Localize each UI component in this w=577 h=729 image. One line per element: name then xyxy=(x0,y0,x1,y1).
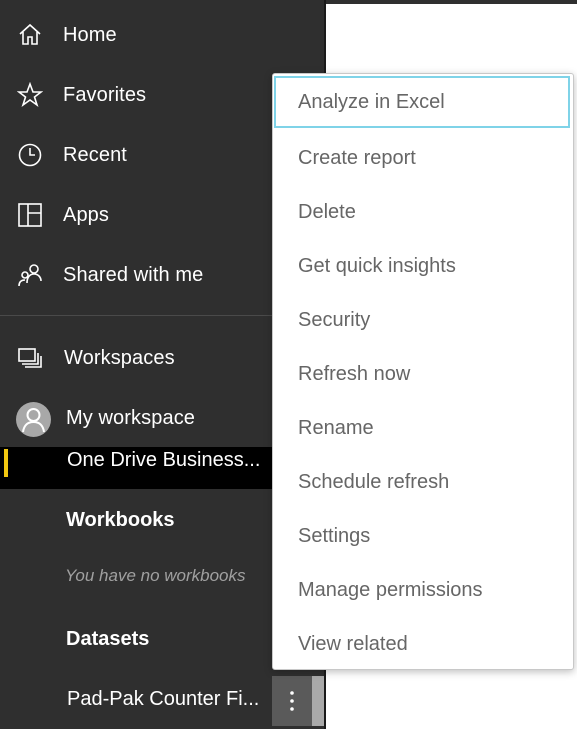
selected-indicator xyxy=(4,449,8,477)
nav-shared-label: Shared with me xyxy=(63,263,204,286)
dataset-item-label: Pad-Pak Counter Fi... xyxy=(67,688,260,710)
menu-item-refresh-now[interactable]: Refresh now xyxy=(273,347,573,401)
menu-item-manage-permissions[interactable]: Manage permissions xyxy=(273,563,573,617)
menu-item-label: Schedule refresh xyxy=(298,470,450,493)
menu-item-create-report[interactable]: Create report xyxy=(273,131,573,185)
dataset-row-scroll-edge xyxy=(312,676,324,726)
nav-home[interactable]: Home xyxy=(0,12,324,58)
user-avatar-icon xyxy=(16,402,51,437)
menu-item-rename[interactable]: Rename xyxy=(273,401,573,455)
nav-favorites-label: Favorites xyxy=(63,83,147,106)
menu-item-analyze-in-excel[interactable]: Analyze in Excel xyxy=(274,76,570,128)
clock-icon xyxy=(17,142,43,168)
context-menu: Analyze in Excel Create report Delete Ge… xyxy=(272,73,574,670)
nav-home-label: Home xyxy=(63,23,117,46)
nav-recent-label: Recent xyxy=(63,143,127,166)
menu-item-label: Get quick insights xyxy=(298,254,456,277)
selected-workspace-label: One Drive Business... xyxy=(67,449,261,471)
nav-divider xyxy=(0,315,272,316)
menu-item-label: Refresh now xyxy=(298,362,411,385)
star-icon xyxy=(17,82,43,108)
powerbi-screen: Home Favorites Recent Apps Shared with m… xyxy=(0,0,577,729)
menu-item-label: Manage permissions xyxy=(298,578,483,601)
shared-people-icon xyxy=(17,262,43,288)
apps-icon xyxy=(17,202,43,228)
nav-my-workspace-label: My workspace xyxy=(66,406,196,429)
menu-item-label: Rename xyxy=(298,416,374,439)
menu-item-label: Delete xyxy=(298,200,356,223)
more-vertical-icon xyxy=(290,691,294,711)
nav-apps-label: Apps xyxy=(63,203,109,226)
menu-item-label: Settings xyxy=(298,524,371,547)
workspaces-icon xyxy=(17,345,43,371)
menu-item-view-related[interactable]: View related xyxy=(273,617,573,671)
more-options-button[interactable] xyxy=(272,676,312,726)
menu-item-security[interactable]: Security xyxy=(273,293,573,347)
top-border xyxy=(324,0,577,4)
menu-item-settings[interactable]: Settings xyxy=(273,509,573,563)
menu-item-label: Security xyxy=(298,308,371,331)
menu-item-schedule-refresh[interactable]: Schedule refresh xyxy=(273,455,573,509)
menu-item-get-quick-insights[interactable]: Get quick insights xyxy=(273,239,573,293)
nav-workspaces-label: Workspaces xyxy=(64,346,175,369)
menu-item-label: View related xyxy=(298,632,408,655)
workbooks-empty-note: You have no workbooks xyxy=(65,566,246,585)
menu-item-delete[interactable]: Delete xyxy=(273,185,573,239)
home-icon xyxy=(17,22,43,48)
menu-item-label: Create report xyxy=(298,146,416,169)
datasets-heading: Datasets xyxy=(66,628,150,650)
workbooks-heading: Workbooks xyxy=(66,509,175,531)
menu-item-label: Analyze in Excel xyxy=(298,90,445,113)
